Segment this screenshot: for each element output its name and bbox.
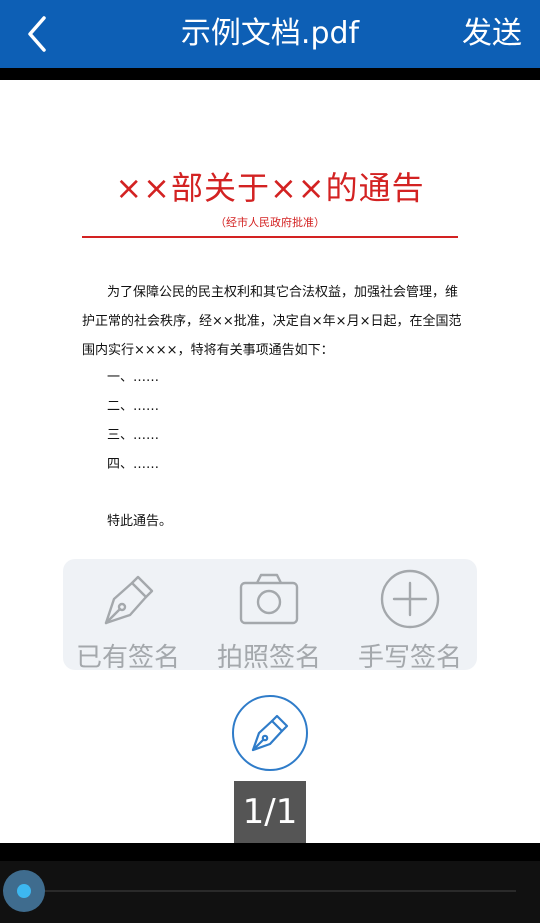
slider-thumb-dot <box>17 884 31 898</box>
page-navigation-bar <box>0 843 540 923</box>
list-item: 三、…… <box>107 428 160 443</box>
notice-subtitle: （经市人民政府批准） <box>215 216 325 229</box>
pen-nib-icon <box>251 714 289 752</box>
notice-closing: 特此通告。 <box>107 514 173 529</box>
camera-icon <box>239 573 299 625</box>
bottom-divider <box>0 843 540 861</box>
pen-nib-icon <box>104 575 154 625</box>
signature-options-panel: 已有签名 拍照签名 手写签名 <box>63 559 477 673</box>
signature-fab-button[interactable] <box>232 695 308 771</box>
list-item: 四、…… <box>107 457 160 472</box>
notice-paragraph: 为了保障公民的民主权利和其它合法权益，加强社会管理，维护正常的社会秩序，经××批… <box>82 285 462 358</box>
list-item: 一、…… <box>107 370 160 385</box>
page-indicator: 1/1 <box>234 781 306 843</box>
plus-circle-icon <box>380 569 440 629</box>
list-item: 二、…… <box>107 399 160 414</box>
notice-title: ××部关于××的通告 <box>115 169 425 207</box>
existing-signature-button[interactable]: 已有签名 <box>68 567 188 673</box>
handwritten-signature-label: 手写签名 <box>357 643 462 673</box>
top-divider <box>0 68 540 80</box>
page-slider-track[interactable] <box>24 890 516 892</box>
handwritten-signature-button[interactable]: 手写签名 <box>350 567 470 673</box>
pdf-page[interactable]: ××部关于××的通告 （经市人民政府批准） 为了保障公民的民主权利和其它合法权益… <box>0 80 540 843</box>
existing-signature-label: 已有签名 <box>75 643 180 673</box>
chevron-left-icon <box>28 16 46 52</box>
photo-signature-button[interactable]: 拍照签名 <box>209 567 329 673</box>
back-button[interactable] <box>18 12 58 56</box>
title-divider <box>82 236 458 238</box>
photo-signature-label: 拍照签名 <box>216 643 321 673</box>
send-button[interactable]: 发送 <box>462 14 522 54</box>
page-slider-thumb[interactable] <box>3 870 45 912</box>
top-app-bar: 示例文档.pdf 发送 <box>0 0 540 68</box>
document-title: 示例文档.pdf <box>180 16 360 51</box>
